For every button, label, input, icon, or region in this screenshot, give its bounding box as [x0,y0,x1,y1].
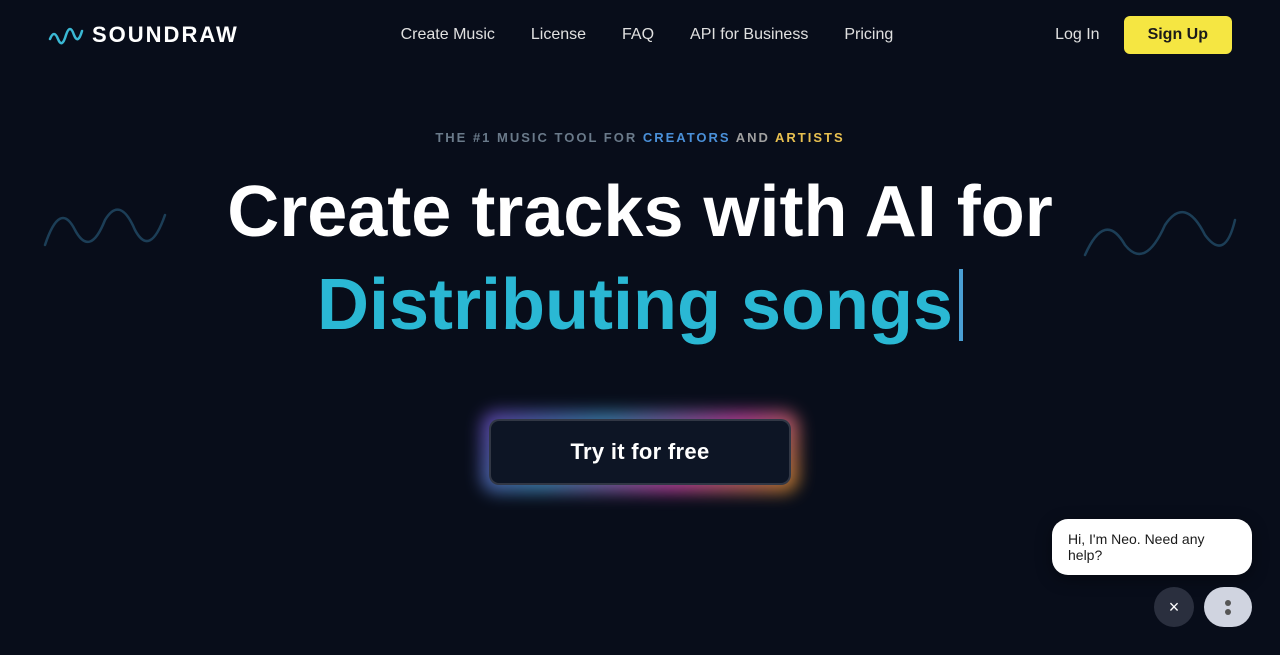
hero-title: Create tracks with AI for [227,173,1053,252]
nav-link-pricing[interactable]: Pricing [844,26,893,44]
hero-subtitle: Distributing songs [317,262,963,348]
nav-link-license[interactable]: License [531,26,586,44]
signup-button[interactable]: Sign Up [1124,16,1232,54]
login-button[interactable]: Log In [1055,26,1099,44]
nav-link-create-music[interactable]: Create Music [401,26,495,44]
chat-widget: Hi, I'm Neo. Need any help? × [1052,519,1252,627]
chat-dot-1 [1225,600,1231,606]
wave-decoration-left [40,190,170,275]
navbar: SOUNDRAW Create Music License FAQ API fo… [0,0,1280,70]
nav-links: Create Music License FAQ API for Busines… [401,26,894,44]
nav-actions: Log In Sign Up [1055,16,1232,54]
try-free-button[interactable]: Try it for free [489,419,792,485]
tagline-prefix: THE #1 MUSIC TOOL FOR [435,130,642,145]
tagline-artists: ARTISTS [775,130,845,145]
nav-link-api[interactable]: API for Business [690,26,808,44]
hero-section: THE #1 MUSIC TOOL FOR CREATORS AND ARTIS… [0,70,1280,485]
chat-dot-2 [1225,609,1231,615]
chat-open-button[interactable] [1204,587,1252,627]
chat-close-button[interactable]: × [1154,587,1194,627]
cta-container: Try it for free [489,419,792,485]
logo[interactable]: SOUNDRAW [48,21,239,49]
chat-bubble: Hi, I'm Neo. Need any help? [1052,519,1252,575]
logo-text: SOUNDRAW [92,22,239,48]
tagline: THE #1 MUSIC TOOL FOR CREATORS AND ARTIS… [435,130,844,145]
chat-controls: × [1154,587,1252,627]
soundraw-logo-icon [48,21,84,49]
wave-decoration-right [1080,190,1240,285]
tagline-creators: CREATORS [643,130,731,145]
close-icon: × [1169,597,1180,618]
tagline-and: AND [731,130,775,145]
typing-cursor [959,269,963,341]
nav-link-faq[interactable]: FAQ [622,26,654,44]
hero-subtitle-text: Distributing songs [317,262,953,348]
